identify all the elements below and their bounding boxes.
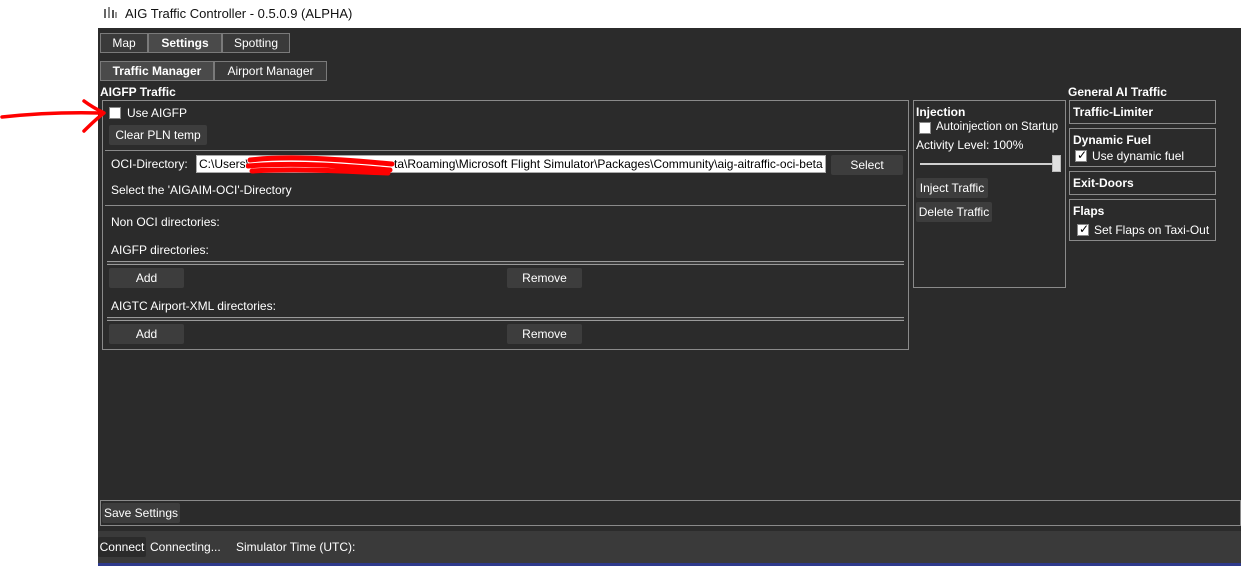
tab-airport-manager[interactable]: Airport Manager [214, 61, 327, 81]
dynamic-fuel-title: Dynamic Fuel [1073, 133, 1152, 147]
set-flaps-label: Set Flaps on Taxi-Out [1094, 223, 1210, 237]
use-aigfp-label: Use AIGFP [127, 106, 188, 120]
add-aigfp-directory-button[interactable]: Add [109, 268, 184, 288]
connection-status: Connecting... [150, 540, 221, 554]
save-settings-button[interactable]: Save Settings [102, 503, 180, 523]
use-aigfp-checkbox[interactable] [109, 107, 121, 119]
tab-traffic-manager[interactable]: Traffic Manager [100, 61, 214, 81]
divider [105, 150, 906, 151]
aigfp-heading: AIGFP Traffic [100, 85, 176, 99]
inject-traffic-button[interactable]: Inject Traffic [916, 178, 988, 198]
exit-doors-box[interactable]: Exit-Doors [1069, 171, 1216, 195]
save-settings-area: Save Settings [100, 500, 1241, 526]
app-icon [104, 7, 117, 18]
aigfp-directories-list[interactable] [107, 261, 904, 265]
select-directory-button[interactable]: Select [831, 155, 903, 175]
non-oci-directories-label: Non OCI directories: [111, 215, 220, 229]
set-flaps-checkbox[interactable] [1077, 222, 1089, 236]
exit-doors-title: Exit-Doors [1073, 176, 1134, 190]
app-window: Map Settings Spotting Traffic Manager Ai… [98, 28, 1241, 566]
aigfp-panel: Use AIGFP Clear PLN temp OCI-Directory: … [102, 100, 909, 350]
dynamic-fuel-box: Dynamic Fuel Use dynamic fuel [1069, 128, 1216, 167]
clear-pln-temp-button[interactable]: Clear PLN temp [109, 125, 207, 145]
flaps-box: Flaps Set Flaps on Taxi-Out [1069, 199, 1216, 241]
delete-traffic-button[interactable]: Delete Traffic [916, 202, 992, 222]
oci-directory-input[interactable]: C:\Users\ ta\Roaming\Microsoft Flight Sim… [196, 155, 826, 173]
slider-track [920, 163, 1060, 165]
flaps-title: Flaps [1073, 204, 1105, 218]
activity-level-slider[interactable] [920, 155, 1064, 173]
injection-heading: Injection [916, 105, 966, 119]
window-title: AIG Traffic Controller - 0.5.0.9 (ALPHA) [125, 6, 353, 21]
airport-xml-directories-label: AIGTC Airport-XML directories: [111, 299, 276, 313]
autoinjection-label: Autoinjection on Startup [936, 121, 1059, 133]
general-ai-traffic-heading: General AI Traffic [1068, 85, 1167, 99]
autoinjection-checkbox[interactable] [919, 122, 931, 134]
tab-settings[interactable]: Settings [148, 33, 222, 53]
divider [105, 205, 906, 206]
title-bar: AIG Traffic Controller - 0.5.0.9 (ALPHA) [0, 0, 1241, 28]
aigfp-directories-label: AIGFP directories: [111, 243, 209, 257]
traffic-limiter-title: Traffic-Limiter [1073, 105, 1154, 119]
status-bar: Connect Connecting... Simulator Time (UT… [98, 531, 1241, 563]
use-dynamic-fuel-checkbox[interactable] [1075, 148, 1087, 162]
oci-path-start: C:\Users\ [199, 157, 250, 171]
oci-hint-text: Select the 'AIGAIM-OCI'-Directory [111, 183, 292, 197]
activity-level-label: Activity Level: 100% [916, 138, 1024, 152]
tab-spotting[interactable]: Spotting [222, 33, 290, 53]
traffic-limiter-box[interactable]: Traffic-Limiter [1069, 100, 1216, 124]
tab-map[interactable]: Map [100, 33, 148, 53]
injection-panel: Injection Autoinjection on Startup Activ… [913, 100, 1066, 288]
add-airport-xml-directory-button[interactable]: Add [109, 324, 184, 344]
slider-thumb[interactable] [1052, 155, 1061, 172]
simulator-time-label: Simulator Time (UTC): [236, 540, 356, 554]
connect-button[interactable]: Connect [98, 537, 146, 557]
red-arrow-annotation [0, 99, 106, 133]
oci-path-end: ta\Roaming\Microsoft Flight Simulator\Pa… [394, 157, 823, 171]
oci-directory-label: OCI-Directory: [111, 157, 188, 171]
use-dynamic-fuel-label: Use dynamic fuel [1092, 149, 1185, 163]
remove-aigfp-directory-button[interactable]: Remove [507, 268, 582, 288]
remove-airport-xml-directory-button[interactable]: Remove [507, 324, 582, 344]
airport-xml-directories-list[interactable] [107, 317, 904, 321]
